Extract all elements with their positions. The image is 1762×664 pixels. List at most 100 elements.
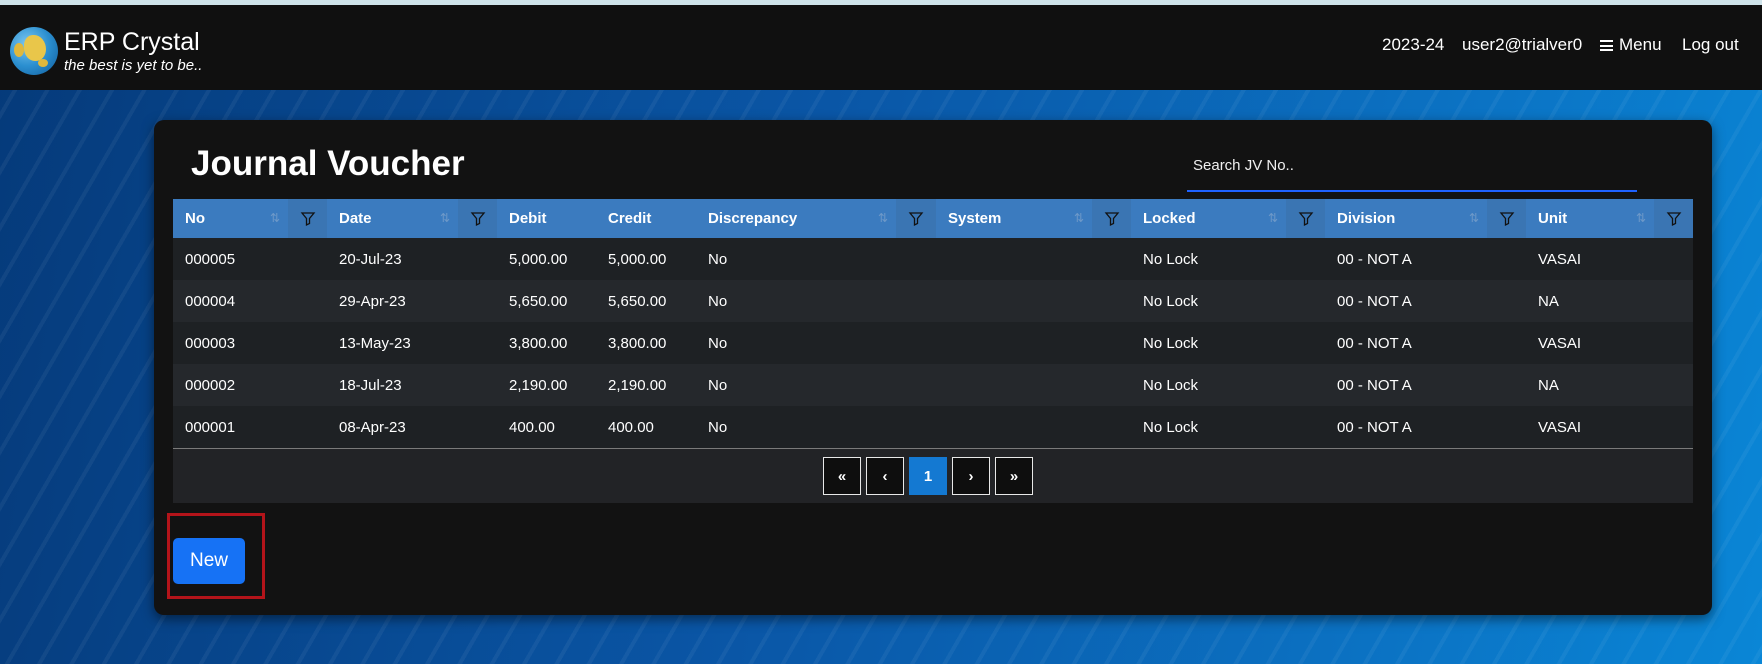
page-1-button[interactable]: 1: [909, 457, 947, 495]
cell-no: 000001: [185, 418, 236, 436]
cell-unit: VASAI: [1538, 250, 1582, 268]
filter-unit-button[interactable]: [1654, 199, 1693, 238]
table-row[interactable]: 000001 08-Apr-23 400.00 400.00 No No Lock 00 -…: [173, 406, 1693, 448]
sort-icon[interactable]: ⇅: [1636, 211, 1646, 225]
cell-system: [936, 280, 1092, 322]
table-row[interactable]: 000005 20-Jul-23 5,000.00 5,000.00 No No Lock…: [173, 238, 1693, 280]
table-row[interactable]: 000004 29-Apr-23 5,650.00 5,650.00 No No Lock…: [173, 280, 1693, 322]
filter-spacer-cell: [1286, 280, 1325, 322]
highlight-box: [167, 513, 265, 599]
filter-spacer-cell: [458, 406, 497, 448]
column-header-credit[interactable]: Credit: [596, 199, 696, 238]
column-header-date[interactable]: Date ⇅: [327, 199, 458, 238]
cell-discrepancy: No: [708, 376, 728, 394]
filter-icon: [908, 212, 924, 227]
cell-discrepancy: No: [708, 250, 728, 268]
filter-spacer-cell: [1487, 364, 1526, 406]
cell-discrepancy: No: [708, 418, 728, 436]
filter-date-button[interactable]: [458, 199, 497, 238]
column-header-discrepancy[interactable]: Discrepancy ⇅: [696, 199, 896, 238]
sort-icon[interactable]: ⇅: [1074, 211, 1084, 225]
pagination: « ‹ 1 › »: [823, 457, 1033, 495]
sort-icon[interactable]: ⇅: [878, 211, 888, 225]
next-page-button[interactable]: ›: [952, 457, 990, 495]
column-header-division[interactable]: Division ⇅: [1325, 199, 1487, 238]
cell-debit: 3,800.00: [509, 334, 568, 352]
filter-spacer-cell: [1092, 322, 1131, 364]
filter-spacer-cell: [1092, 406, 1131, 448]
logout-link[interactable]: Log out: [1682, 35, 1739, 55]
cell-no: 000004: [185, 292, 236, 310]
filter-spacer-cell: [288, 364, 327, 406]
filter-spacer-cell: [1654, 406, 1693, 448]
cell-unit: NA: [1538, 292, 1559, 310]
column-header-locked[interactable]: Locked ⇅: [1131, 199, 1286, 238]
cell-credit: 5,650.00: [608, 292, 667, 310]
cell-system: [936, 322, 1092, 364]
column-header-debit[interactable]: Debit: [497, 199, 596, 238]
financial-year[interactable]: 2023-24: [1382, 35, 1444, 55]
filter-no-button[interactable]: [288, 199, 327, 238]
filter-spacer-cell: [1654, 280, 1693, 322]
sort-icon[interactable]: ⇅: [1268, 211, 1278, 225]
voucher-table: No ⇅ Date ⇅ Debit Credit Discrepancy ⇅ Syst…: [173, 199, 1693, 448]
last-page-button[interactable]: »: [995, 457, 1033, 495]
first-page-button[interactable]: «: [823, 457, 861, 495]
cell-division: 00 - NOT A: [1337, 292, 1412, 310]
cell-no: 000002: [185, 376, 236, 394]
sort-icon[interactable]: ⇅: [440, 211, 450, 225]
cell-discrepancy: No: [708, 292, 728, 310]
filter-spacer-cell: [288, 322, 327, 364]
sort-icon[interactable]: ⇅: [1469, 211, 1479, 225]
search-jv-input[interactable]: [1187, 140, 1637, 192]
cell-locked: No Lock: [1143, 334, 1199, 352]
filter-icon: [470, 212, 485, 227]
filter-icon: [1104, 212, 1119, 227]
cell-no: 000003: [185, 334, 236, 352]
filter-spacer-cell: [1286, 238, 1325, 280]
cell-system: [936, 364, 1092, 406]
filter-spacer-cell: [1654, 364, 1693, 406]
cell-date: 13-May-23: [339, 334, 411, 352]
column-header-system[interactable]: System ⇅: [936, 199, 1092, 238]
filter-division-button[interactable]: [1487, 199, 1526, 238]
cell-unit: VASAI: [1538, 334, 1582, 352]
menu-button[interactable]: Menu: [1600, 35, 1662, 55]
filter-locked-button[interactable]: [1286, 199, 1325, 238]
prev-page-button[interactable]: ‹: [866, 457, 904, 495]
filter-icon: [1666, 212, 1681, 227]
cell-division: 00 - NOT A: [1337, 250, 1412, 268]
journal-voucher-card: Journal Voucher No⇅ Date⇅: [154, 120, 1712, 615]
cell-division: 00 - NOT A: [1337, 376, 1412, 394]
filter-spacer-cell: [896, 280, 936, 322]
filter-discrepancy-button[interactable]: [896, 199, 936, 238]
cell-locked: No Lock: [1143, 418, 1199, 436]
cell-credit: 3,800.00: [608, 334, 667, 352]
table-row[interactable]: 000002 18-Jul-23 2,190.00 2,190.00 No No Lock…: [173, 364, 1693, 406]
filter-spacer-cell: [1654, 238, 1693, 280]
cell-date: 08-Apr-23: [339, 418, 406, 436]
table-row[interactable]: 000003 13-May-23 3,800.00 3,800.00 No No Lock…: [173, 322, 1693, 364]
cell-locked: No Lock: [1143, 292, 1199, 310]
filter-spacer-cell: [1286, 364, 1325, 406]
app-header: ERP Crystal the best is yet to be.. 2023…: [0, 5, 1762, 90]
filter-system-button[interactable]: [1092, 199, 1131, 238]
cell-division: 00 - NOT A: [1337, 418, 1412, 436]
globe-icon[interactable]: [10, 27, 58, 75]
cell-date: 18-Jul-23: [339, 376, 402, 394]
column-header-no[interactable]: No ⇅: [173, 199, 288, 238]
filter-spacer-cell: [1487, 322, 1526, 364]
user-name[interactable]: user2@trialver0: [1462, 35, 1582, 55]
table-header-row: No ⇅ Date ⇅ Debit Credit Discrepancy ⇅ Syst…: [173, 199, 1693, 238]
filter-spacer-cell: [1286, 406, 1325, 448]
menu-label: Menu: [1619, 35, 1662, 54]
cell-system: [936, 406, 1092, 448]
column-header-unit[interactable]: Unit ⇅: [1526, 199, 1654, 238]
filter-spacer-cell: [1092, 280, 1131, 322]
cell-date: 20-Jul-23: [339, 250, 402, 268]
sort-icon[interactable]: ⇅: [270, 211, 280, 225]
brand-name[interactable]: ERP Crystal: [64, 27, 200, 57]
filter-icon: [1499, 212, 1514, 227]
filter-spacer-cell: [458, 280, 497, 322]
filter-spacer-cell: [1487, 280, 1526, 322]
